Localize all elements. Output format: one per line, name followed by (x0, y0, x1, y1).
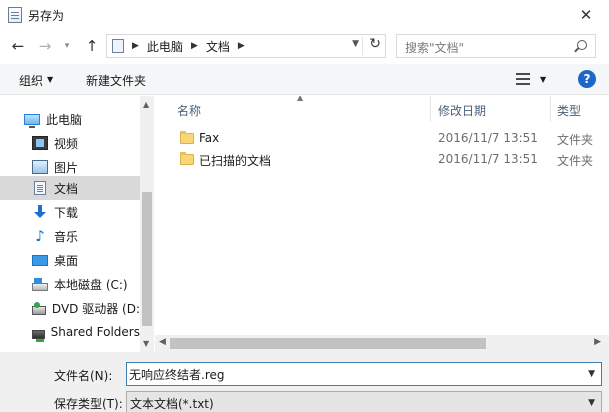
scroll-left-icon[interactable]: ◀ (159, 337, 166, 347)
nav-label: 视频 (54, 136, 79, 151)
refresh-button[interactable]: ↻ (369, 36, 381, 52)
address-bar[interactable]: ▶ 此电脑 ▶ 文档 ▶ ▼ ↻ (106, 34, 386, 58)
notepad-icon (8, 7, 22, 23)
filename-field[interactable]: ▼ (126, 362, 602, 386)
chevron-right-icon[interactable]: ▶ (132, 41, 139, 51)
nav-label: 本地磁盘 (C:) (54, 277, 128, 292)
filename-label: 文件名(N): (54, 369, 113, 383)
nav-label: 文档 (54, 181, 79, 196)
title-bar: 另存为 ✕ (0, 0, 609, 30)
recent-locations-button[interactable]: ▾ (60, 36, 74, 56)
column-divider[interactable] (430, 96, 431, 122)
file-type: 文件夹 (557, 133, 594, 147)
documents-icon (34, 181, 46, 195)
scrollbar-thumb[interactable] (142, 192, 152, 326)
save-form: 文件名(N): ▼ 保存类型(T): 文本文档(*.txt) ▼ (0, 352, 609, 412)
chevron-down-icon[interactable]: ▼ (588, 369, 595, 379)
scrollbar-thumb[interactable] (170, 338, 486, 349)
search-placeholder: 搜索"文档" (405, 41, 465, 55)
documents-location-icon (112, 39, 124, 53)
forward-button[interactable]: → (36, 36, 54, 56)
file-list: ▲ 名称 修改日期 类型 Fax 2016/11/7 13:51 文件夹 已扫描… (155, 96, 609, 352)
filename-input[interactable] (129, 365, 569, 383)
search-icon[interactable] (577, 40, 587, 50)
chevron-down-icon[interactable]: ▼ (588, 398, 595, 408)
organize-button[interactable]: 组织 (19, 72, 43, 89)
breadcrumb-this-pc[interactable]: 此电脑 (147, 38, 183, 55)
file-name: Fax (199, 131, 220, 145)
download-icon (32, 205, 48, 219)
new-folder-button[interactable]: 新建文件夹 (86, 72, 146, 89)
help-button[interactable]: ? (578, 70, 596, 88)
folder-icon (180, 131, 194, 144)
breadcrumb-documents[interactable]: 文档 (206, 38, 230, 55)
file-date: 2016/11/7 13:51 (438, 152, 538, 166)
nav-label: Shared Folders (50, 325, 140, 339)
chevron-right-icon[interactable]: ▶ (191, 41, 198, 51)
nav-item-this-pc[interactable]: 此电脑 (0, 107, 140, 131)
nav-item-documents[interactable]: 文档 (0, 176, 140, 200)
chevron-right-icon[interactable]: ▶ (238, 41, 245, 51)
file-date: 2016/11/7 13:51 (438, 131, 538, 145)
nav-item-local-disk[interactable]: 本地磁盘 (C:) (0, 272, 140, 296)
local-disk-icon (32, 278, 48, 291)
table-row[interactable]: Fax 2016/11/7 13:51 文件夹 (155, 128, 609, 150)
network-share-icon (32, 329, 45, 342)
view-options-icon[interactable] (516, 73, 530, 85)
nav-item-dvd-drive[interactable]: DVD 驱动器 (D: (0, 296, 140, 320)
pictures-icon (32, 160, 48, 174)
nav-label: 图片 (54, 160, 79, 175)
navigation-pane: 此电脑 视频 图片 文档 下载 ♪ 音乐 桌面 本地磁盘 (C:) DVD 驱动… (0, 96, 154, 352)
column-header-date[interactable]: 修改日期 (438, 102, 486, 119)
column-header-type[interactable]: 类型 (557, 102, 581, 119)
close-button[interactable]: ✕ (563, 0, 609, 30)
horizontal-scrollbar[interactable]: ◀ ▶ (155, 335, 609, 352)
music-icon: ♪ (35, 227, 45, 245)
dvd-drive-icon (32, 301, 46, 315)
nav-item-desktop[interactable]: 桌面 (0, 248, 140, 272)
nav-item-shared-folders[interactable]: Shared Folders (0, 320, 140, 344)
column-divider[interactable] (550, 96, 551, 122)
divider (362, 37, 363, 55)
filetype-label: 保存类型(T): (54, 397, 123, 411)
up-button[interactable]: ↑ (83, 36, 101, 56)
scroll-up-icon[interactable]: ▲ (143, 100, 149, 109)
nav-item-videos[interactable]: 视频 (0, 131, 140, 155)
chevron-down-icon[interactable]: ▼ (352, 39, 359, 49)
filetype-value: 文本文档(*.txt) (130, 397, 214, 411)
window-title: 另存为 (28, 8, 65, 23)
column-header-row: ▲ 名称 修改日期 类型 (155, 96, 609, 122)
nav-item-downloads[interactable]: 下载 (0, 200, 140, 224)
nav-scrollbar[interactable]: ▲ ▼ (140, 96, 154, 352)
sort-ascending-icon: ▲ (297, 96, 304, 102)
nav-label: 音乐 (54, 229, 79, 244)
nav-label: 桌面 (54, 253, 79, 268)
navigation-bar: ← → ▾ ↑ ▶ 此电脑 ▶ 文档 ▶ ▼ ↻ 搜索"文档" (0, 30, 609, 64)
search-box[interactable]: 搜索"文档" (396, 34, 596, 58)
pc-icon (24, 113, 40, 128)
nav-label: DVD 驱动器 (D: (51, 301, 140, 316)
table-row[interactable]: 已扫描的文档 2016/11/7 13:51 文件夹 (155, 149, 609, 171)
nav-label: 下载 (54, 205, 79, 220)
back-button[interactable]: ← (9, 36, 27, 56)
nav-item-music[interactable]: ♪ 音乐 (0, 224, 140, 248)
nav-label: 此电脑 (46, 112, 83, 127)
chevron-down-icon[interactable]: ▼ (47, 75, 53, 84)
command-bar: 组织 ▼ 新建文件夹 ▼ ? (0, 64, 609, 95)
chevron-down-icon[interactable]: ▼ (540, 75, 546, 84)
desktop-icon (32, 254, 48, 266)
filetype-select[interactable]: 文本文档(*.txt) ▼ (126, 391, 602, 412)
scroll-right-icon[interactable]: ▶ (594, 337, 601, 347)
folder-icon (180, 152, 194, 165)
scroll-down-icon[interactable]: ▼ (143, 339, 149, 348)
video-icon (32, 136, 48, 150)
column-header-name[interactable]: 名称 (177, 102, 201, 119)
file-name: 已扫描的文档 (199, 154, 272, 168)
file-type: 文件夹 (557, 154, 594, 168)
